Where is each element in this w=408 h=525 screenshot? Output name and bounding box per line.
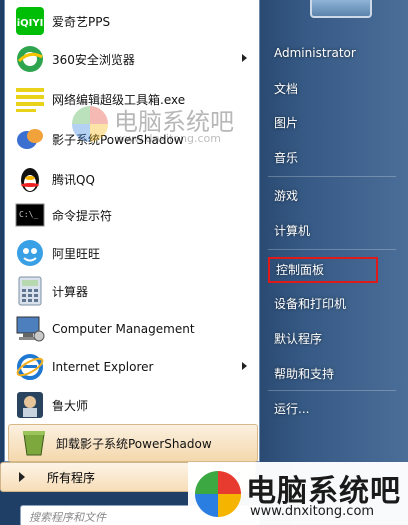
program-label: Internet Explorer bbox=[52, 360, 154, 374]
ludashi-icon bbox=[15, 390, 45, 420]
program-label: 网络编辑超级工具箱.exe bbox=[52, 92, 186, 107]
search-placeholder: 搜索程序和文件 bbox=[29, 511, 106, 524]
iqiyi-icon: iQIYI bbox=[15, 6, 45, 36]
toolbox-icon bbox=[15, 84, 45, 114]
windows-logo-icon bbox=[195, 471, 241, 517]
right-item-music[interactable]: 音乐 bbox=[268, 145, 398, 171]
uninstall-icon bbox=[19, 428, 49, 458]
computer-management-icon bbox=[15, 314, 45, 344]
program-label: Computer Management bbox=[52, 322, 195, 336]
svg-text:C:\_: C:\_ bbox=[19, 210, 38, 219]
program-label: 命令提示符 bbox=[52, 208, 113, 223]
qq-penguin-icon bbox=[15, 164, 45, 194]
divider bbox=[268, 176, 396, 177]
cmd-icon: C:\_ bbox=[15, 200, 45, 230]
right-item-help-support[interactable]: 帮助和支持 bbox=[268, 361, 398, 387]
divider bbox=[268, 249, 396, 250]
program-ludashi[interactable]: 鲁大师 bbox=[5, 386, 259, 424]
program-computer-management[interactable]: Computer Management bbox=[5, 310, 259, 348]
expand-arrow-icon bbox=[19, 472, 25, 482]
program-toolbox[interactable]: 网络编辑超级工具箱.exe bbox=[5, 80, 259, 118]
program-label: 360安全浏览器 bbox=[52, 52, 135, 67]
submenu-arrow-icon[interactable] bbox=[242, 362, 247, 370]
right-item-default-programs[interactable]: 默认程序 bbox=[268, 326, 398, 352]
program-label: 卸载影子系统PowerShadow bbox=[56, 436, 212, 451]
right-item-run[interactable]: 运行... bbox=[268, 396, 398, 422]
program-360-browser[interactable]: 360安全浏览器 bbox=[5, 40, 259, 78]
program-calculator[interactable]: 计算器 bbox=[5, 272, 259, 310]
program-aliwangwang[interactable]: 阿里旺旺 bbox=[5, 234, 259, 272]
right-item-devices-printers[interactable]: 设备和打印机 bbox=[268, 291, 398, 317]
program-label: 阿里旺旺 bbox=[52, 246, 101, 261]
internet-explorer-icon bbox=[15, 352, 45, 382]
submenu-arrow-icon[interactable] bbox=[242, 54, 247, 62]
user-avatar[interactable] bbox=[310, 0, 372, 18]
program-label: 影子系统PowerShadow bbox=[52, 132, 184, 147]
program-internet-explorer[interactable]: Internet Explorer bbox=[5, 348, 259, 386]
right-item-user[interactable]: Administrator bbox=[268, 40, 398, 66]
programs-pane: iQIYI 爱奇艺PPS 360安全浏览器 网络编辑超级工具箱.exe 影子系统… bbox=[4, 0, 260, 462]
program-iqiyi[interactable]: iQIYI 爱奇艺PPS bbox=[5, 2, 259, 40]
right-item-pictures[interactable]: 图片 bbox=[268, 110, 398, 136]
powershadow-icon bbox=[15, 124, 45, 154]
program-label: 爱奇艺PPS bbox=[52, 14, 111, 29]
divider bbox=[268, 390, 396, 391]
aliwangwang-icon bbox=[15, 238, 45, 268]
calculator-icon bbox=[15, 276, 45, 306]
right-item-control-panel[interactable]: 控制面板 bbox=[268, 257, 378, 283]
svg-text:iQIYI: iQIYI bbox=[17, 18, 44, 29]
watermark-banner: 电脑系统吧 www.dnxitong.com bbox=[188, 462, 408, 525]
right-item-computer[interactable]: 计算机 bbox=[268, 218, 398, 244]
all-programs-label: 所有程序 bbox=[47, 470, 96, 485]
watermark-url: www.dnxitong.com bbox=[250, 504, 375, 519]
program-qq[interactable]: 腾讯QQ bbox=[5, 160, 259, 198]
360-browser-icon bbox=[15, 44, 45, 74]
program-label: 计算器 bbox=[52, 284, 89, 299]
program-label: 腾讯QQ bbox=[52, 172, 95, 187]
program-powershadow[interactable]: 影子系统PowerShadow bbox=[5, 120, 259, 158]
right-item-games[interactable]: 游戏 bbox=[268, 183, 398, 209]
right-item-documents[interactable]: 文档 bbox=[268, 76, 398, 102]
program-uninstall-powershadow[interactable]: 卸载影子系统PowerShadow bbox=[8, 424, 258, 462]
program-label: 鲁大师 bbox=[52, 398, 89, 413]
program-cmd[interactable]: C:\_ 命令提示符 bbox=[5, 196, 259, 234]
